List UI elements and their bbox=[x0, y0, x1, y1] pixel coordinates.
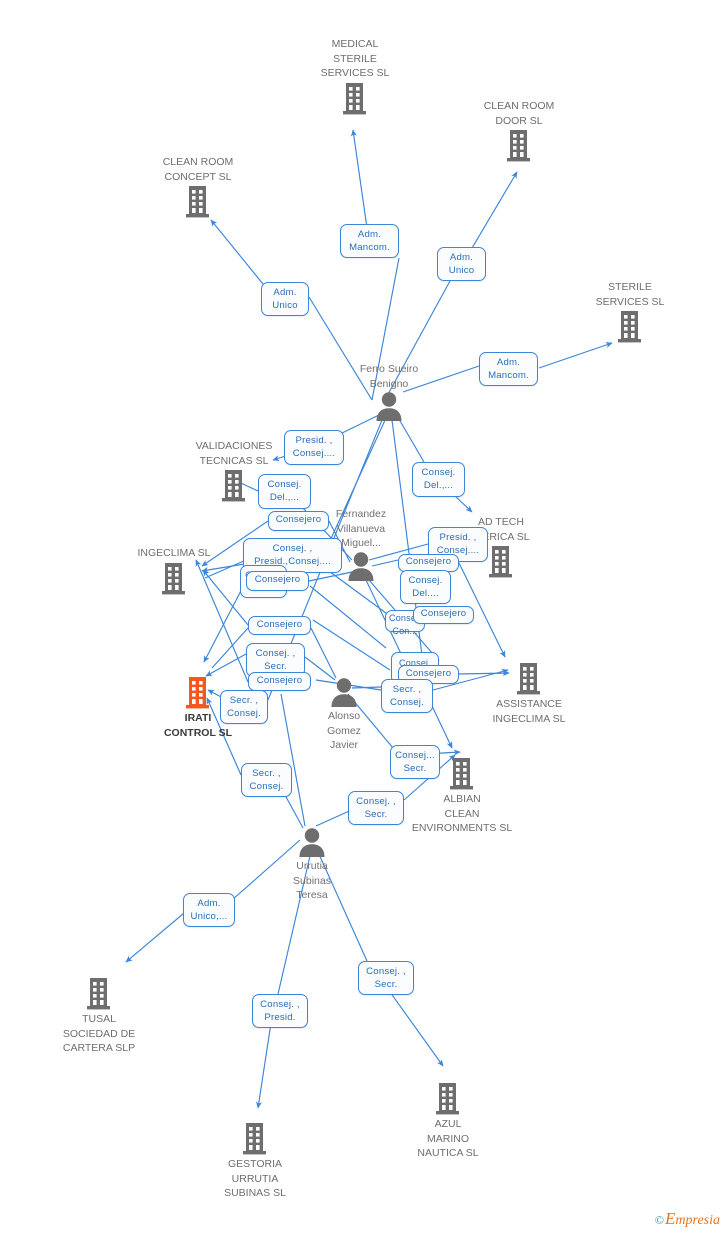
building-icon bbox=[87, 978, 110, 1010]
person-icon bbox=[376, 392, 402, 421]
relation-label-adm-unico[interactable]: Adm. Unico bbox=[437, 247, 486, 281]
node-label: GESTORIA URRUTIA SUBINAS SL bbox=[224, 1158, 286, 1199]
node-label: STERILE SERVICES SL bbox=[595, 281, 665, 308]
node-label: ASSISTANCE INGECLIMA SL bbox=[492, 698, 566, 725]
relation-label-adm-mancom[interactable]: Adm. Mancom. bbox=[340, 224, 399, 258]
node-label: TUSAL SOCIEDAD DE CARTERA SLP bbox=[62, 1013, 136, 1054]
relation-label-secr-consej[interactable]: Secr. , Consej. bbox=[220, 690, 268, 724]
relation-label-consejero[interactable]: Consejero bbox=[268, 511, 329, 531]
node-label: AZUL MARINO NAUTICA SL bbox=[417, 1118, 479, 1159]
relation-label-consej-presid[interactable]: Consej. , Presid. bbox=[252, 994, 308, 1028]
node-gestoria-urrutia-subinas-sl[interactable]: GESTORIA URRUTIA SUBINAS SL bbox=[195, 1122, 315, 1201]
building-icon bbox=[186, 186, 209, 218]
node-label: ALBIAN CLEAN ENVIRONMENTS SL bbox=[411, 793, 513, 834]
relation-label-consej-del[interactable]: Consej. Del.... bbox=[400, 570, 451, 604]
building-icon bbox=[222, 470, 245, 502]
building-icon bbox=[517, 663, 540, 695]
relation-label-secr-consej[interactable]: Secr. , Consej. bbox=[241, 763, 292, 797]
copyright-symbol: © bbox=[654, 1213, 665, 1227]
relation-label-consejero[interactable]: Consejero bbox=[248, 616, 311, 635]
building-icon bbox=[489, 546, 512, 578]
node-assistance-ingeclima-sl[interactable]: ASSISTANCE INGECLIMA SL bbox=[469, 662, 589, 726]
node-urrutia-subinas-teresa[interactable]: Urrutia Subinas Teresa bbox=[252, 827, 372, 903]
node-label: CLEAN ROOM CONCEPT SL bbox=[162, 156, 234, 183]
person-icon bbox=[331, 678, 357, 707]
relation-label-consejero[interactable]: Consejero bbox=[413, 606, 474, 624]
relation-label-consej-secr[interactable]: Consej. , Secr. bbox=[358, 961, 414, 995]
relation-label-consej-del[interactable]: Consej. Del.,... bbox=[258, 474, 311, 509]
person-icon bbox=[348, 551, 374, 581]
node-ingeclima-sl[interactable]: INGECLIMA SL bbox=[114, 545, 234, 596]
building-icon bbox=[162, 562, 185, 594]
relation-label-secr-consej[interactable]: Secr. , Consej. bbox=[381, 679, 433, 713]
building-icon bbox=[436, 1083, 459, 1115]
node-label: CLEAN ROOM DOOR SL bbox=[483, 100, 555, 127]
relation-label-presid-consej[interactable]: Presid. , Consej.... bbox=[284, 430, 344, 465]
empresia-watermark: ©Empresia bbox=[655, 1209, 720, 1229]
node-label: Ferro Sueiro Benigno bbox=[359, 363, 419, 390]
node-label: MEDICAL STERILE SERVICES SL bbox=[320, 38, 390, 79]
brand-initial: E bbox=[665, 1209, 676, 1228]
building-icon bbox=[243, 1123, 266, 1155]
building-icon bbox=[507, 130, 530, 162]
node-tusal-sociedad-de-cartera-slp[interactable]: TUSAL SOCIEDAD DE CARTERA SLP bbox=[39, 977, 159, 1056]
node-ferro-sueiro-benigno[interactable]: Ferro Sueiro Benigno bbox=[329, 360, 449, 421]
building-icon bbox=[618, 311, 641, 343]
relation-label-consej-del[interactable]: Consej. Del.,... bbox=[412, 462, 465, 497]
network-diagram-canvas: MEDICAL STERILE SERVICES SL CLEAN ROOM D… bbox=[0, 0, 728, 1235]
relation-label-consejero[interactable]: Consejero bbox=[246, 571, 309, 591]
relation-label-consej-secr[interactable]: Consej... Secr. bbox=[390, 745, 440, 779]
node-clean-room-concept-sl[interactable]: CLEAN ROOM CONCEPT SL bbox=[138, 154, 258, 219]
node-label: Alonso Gomez Javier bbox=[327, 710, 361, 751]
node-label: INGECLIMA SL bbox=[137, 547, 211, 559]
relation-label-adm-unico[interactable]: Adm. Unico bbox=[261, 282, 309, 316]
node-label: VALIDACIONES TECNICAS SL bbox=[195, 440, 273, 467]
node-clean-room-door-sl[interactable]: CLEAN ROOM DOOR SL bbox=[459, 98, 579, 163]
node-medical-sterile-services-sl[interactable]: MEDICAL STERILE SERVICES SL bbox=[295, 36, 415, 116]
building-icon bbox=[450, 758, 473, 790]
relation-label-consej-secr[interactable]: Consej. , Secr. bbox=[348, 791, 404, 825]
building-icon-highlighted bbox=[186, 677, 209, 709]
node-label: Urrutia Subinas Teresa bbox=[293, 860, 331, 901]
node-azul-marino-nautica-sl[interactable]: AZUL MARINO NAUTICA SL bbox=[388, 1082, 508, 1161]
node-sterile-services-sl[interactable]: STERILE SERVICES SL bbox=[570, 279, 690, 344]
relation-label-adm-mancom[interactable]: Adm. Mancom. bbox=[479, 352, 538, 386]
relation-label-adm-unico[interactable]: Adm. Unico,... bbox=[183, 893, 235, 927]
person-icon bbox=[299, 828, 325, 857]
brand-name: mpresia bbox=[675, 1213, 720, 1228]
building-icon bbox=[343, 82, 366, 114]
relation-label-consejero[interactable]: Consejero bbox=[248, 672, 311, 691]
